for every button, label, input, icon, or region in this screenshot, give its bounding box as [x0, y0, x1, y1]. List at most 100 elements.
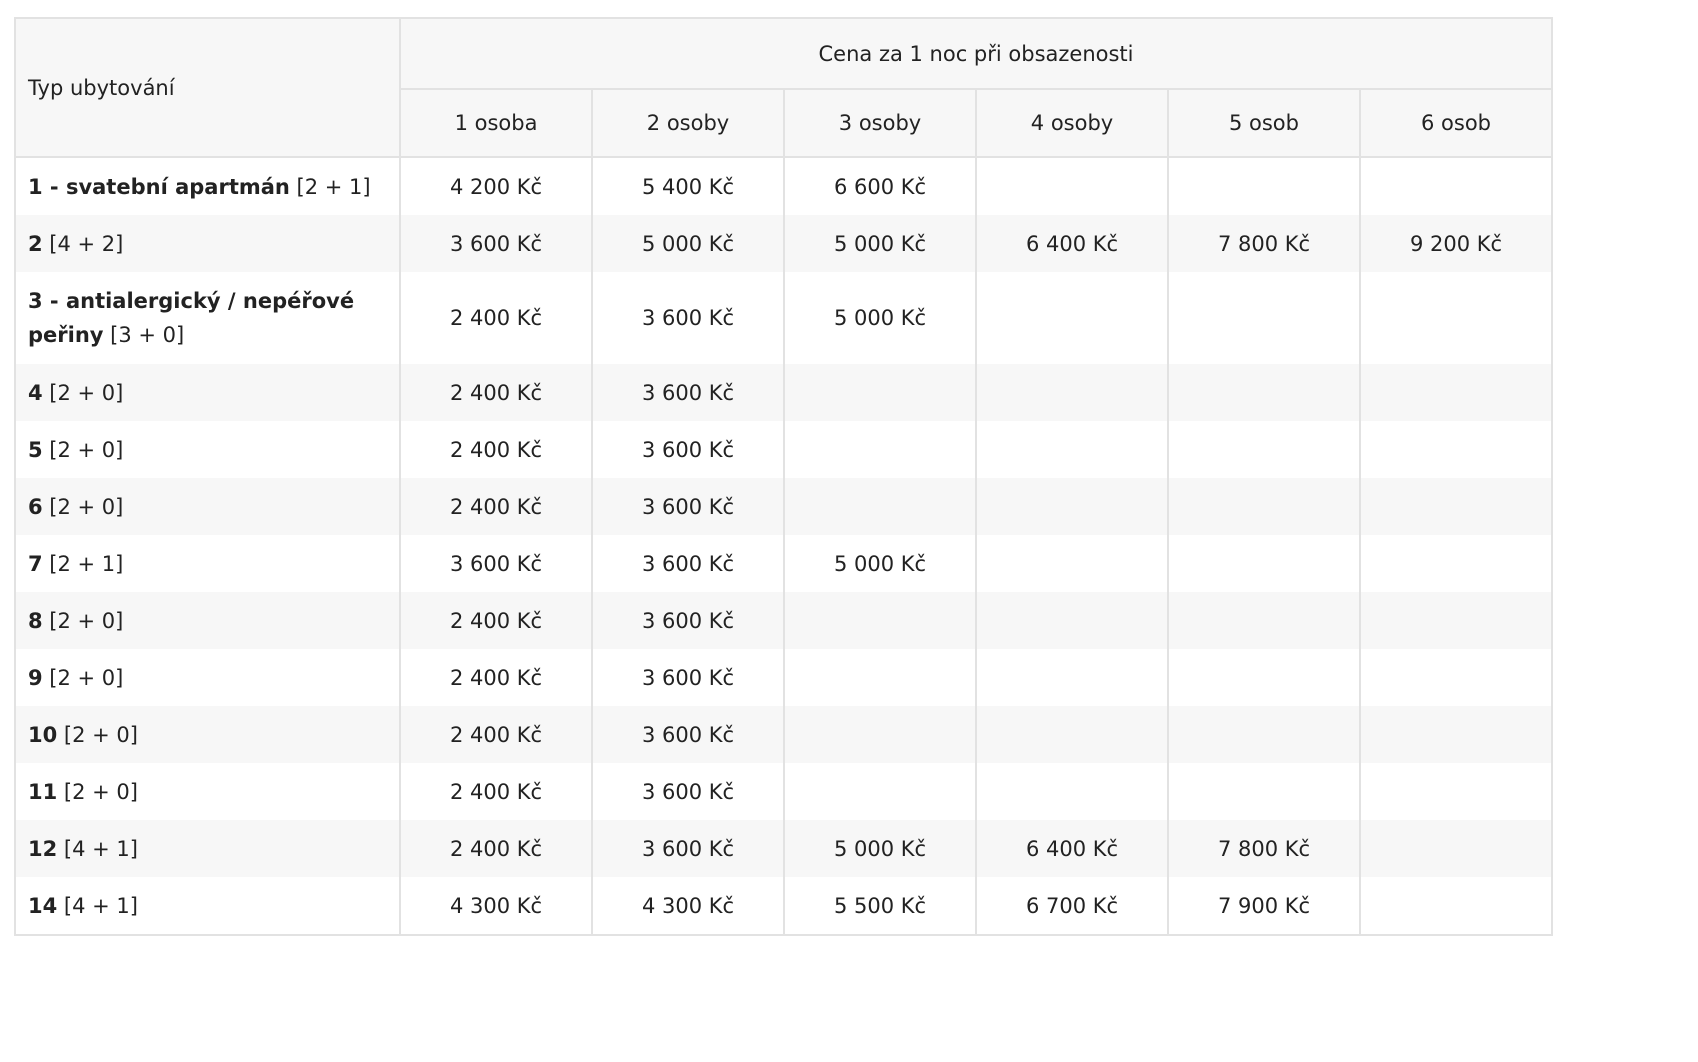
price-cell-4	[975, 157, 1169, 215]
price-cell-2: 3 600 Kč	[591, 592, 785, 649]
price-cell-6	[1358, 706, 1554, 763]
room-capacity: [4 + 1]	[57, 893, 138, 918]
price-cell-4: 6 700 Kč	[975, 877, 1169, 936]
header-row-top: Typ ubytování Cena za 1 noc při obsazeno…	[14, 17, 1554, 158]
price-cell-5	[1167, 649, 1361, 706]
price-cell-6: 9 200 Kč	[1358, 215, 1554, 272]
room-name: 5	[28, 437, 43, 462]
price-cell-1: 2 400 Kč	[399, 592, 593, 649]
table-row: 3 - antialergický / nepéřové peřiny [3 +…	[14, 272, 1554, 364]
occupancy-header-2: 2 osoby	[591, 88, 785, 158]
price-cell-1: 3 600 Kč	[399, 535, 593, 592]
room-name: 8	[28, 608, 43, 633]
room-name: 11	[28, 779, 58, 804]
room-name: 3 - antialergický / nepéřové peřiny	[28, 289, 355, 347]
table-row: 10 [2 + 0] 2 400 Kč 3 600 Kč	[14, 706, 1554, 763]
room-capacity: [2 + 0]	[42, 437, 124, 462]
price-cell-5: 7 900 Kč	[1167, 877, 1361, 936]
price-cell-3: 5 000 Kč	[783, 820, 977, 877]
price-cell-6	[1358, 592, 1554, 649]
price-cell-2: 5 000 Kč	[591, 215, 785, 272]
price-cell-5	[1167, 706, 1361, 763]
price-cell-4	[975, 763, 1169, 820]
room-name-cell: 11 [2 + 0]	[14, 763, 401, 820]
table-row: 8 [2 + 0] 2 400 Kč 3 600 Kč	[14, 592, 1554, 649]
price-cell-1: 2 400 Kč	[399, 706, 593, 763]
room-capacity: [2 + 0]	[42, 608, 124, 633]
room-capacity: [2 + 1]	[289, 174, 371, 199]
room-name-cell: 4 [2 + 0]	[14, 364, 401, 421]
price-cell-2: 3 600 Kč	[591, 763, 785, 820]
nightly-price-header: Cena za 1 noc při obsazenosti	[398, 17, 1554, 90]
table-row: 11 [2 + 0] 2 400 Kč 3 600 Kč	[14, 763, 1554, 820]
table-row: 14 [4 + 1] 4 300 Kč 4 300 Kč 5 500 Kč 6 700 …	[14, 877, 1554, 936]
room-name-cell: 12 [4 + 1]	[14, 820, 401, 877]
price-cell-4	[975, 592, 1169, 649]
room-capacity: [3 + 0]	[103, 323, 185, 347]
price-cell-1: 2 400 Kč	[399, 763, 593, 820]
price-table: Typ ubytování Cena za 1 noc při obsazeno…	[14, 17, 1554, 936]
room-name: 12	[28, 836, 58, 861]
room-name-cell: 10 [2 + 0]	[14, 706, 401, 763]
room-capacity: [2 + 1]	[42, 551, 124, 576]
price-cell-2: 3 600 Kč	[591, 272, 785, 364]
room-capacity: [2 + 0]	[42, 380, 124, 405]
price-cell-6	[1358, 763, 1554, 820]
price-cell-4: 6 400 Kč	[975, 820, 1169, 877]
price-cell-4	[975, 364, 1169, 421]
price-cell-5	[1167, 478, 1361, 535]
room-name: 10	[28, 722, 58, 747]
price-cell-3: 5 000 Kč	[783, 535, 977, 592]
price-cell-4	[975, 478, 1169, 535]
price-cell-6	[1358, 478, 1554, 535]
price-cell-2: 4 300 Kč	[591, 877, 785, 936]
table-row: 2 [4 + 2] 3 600 Kč 5 000 Kč 5 000 Kč 6 400 K…	[14, 215, 1554, 272]
price-cell-3	[783, 706, 977, 763]
price-cell-4	[975, 535, 1169, 592]
price-cell-5	[1167, 157, 1361, 215]
room-name: 7	[28, 551, 43, 576]
room-capacity: [4 + 2]	[42, 231, 124, 256]
room-name-cell: 14 [4 + 1]	[14, 877, 401, 936]
price-cell-4	[975, 706, 1169, 763]
price-cell-1: 2 400 Kč	[399, 421, 593, 478]
room-name: 14	[28, 893, 58, 918]
room-capacity: [2 + 0]	[42, 494, 124, 519]
occupancy-header-3: 3 osoby	[783, 88, 977, 158]
room-name: 2	[28, 231, 43, 256]
price-cell-5	[1167, 535, 1361, 592]
occupancy-header-6: 6 osob	[1358, 88, 1554, 158]
price-cell-5	[1167, 592, 1361, 649]
price-cell-2: 5 400 Kč	[591, 157, 785, 215]
price-cell-5	[1167, 364, 1361, 421]
price-cell-1: 2 400 Kč	[399, 272, 593, 364]
price-cell-2: 3 600 Kč	[591, 649, 785, 706]
occupancy-header-5: 5 osob	[1167, 88, 1361, 158]
price-cell-1: 3 600 Kč	[399, 215, 593, 272]
price-cell-2: 3 600 Kč	[591, 820, 785, 877]
price-cell-3: 5 500 Kč	[783, 877, 977, 936]
price-cell-6	[1358, 272, 1554, 364]
occupancy-header-1: 1 osoba	[399, 88, 593, 158]
room-name-cell: 1 - svatební apartmán [2 + 1]	[14, 157, 401, 215]
table-row: 6 [2 + 0] 2 400 Kč 3 600 Kč	[14, 478, 1554, 535]
price-cell-3	[783, 364, 977, 421]
price-cell-1: 2 400 Kč	[399, 820, 593, 877]
price-cell-3	[783, 763, 977, 820]
price-cell-1: 4 200 Kč	[399, 157, 593, 215]
price-cell-3	[783, 649, 977, 706]
room-name-cell: 8 [2 + 0]	[14, 592, 401, 649]
price-cell-6	[1358, 877, 1554, 936]
price-cell-1: 2 400 Kč	[399, 478, 593, 535]
table-row: 12 [4 + 1] 2 400 Kč 3 600 Kč 5 000 Kč 6 400 …	[14, 820, 1554, 877]
table-header: Typ ubytování Cena za 1 noc při obsazeno…	[14, 17, 1554, 158]
price-cell-5: 7 800 Kč	[1167, 820, 1361, 877]
price-cell-1: 4 300 Kč	[399, 877, 593, 936]
room-name-cell: 7 [2 + 1]	[14, 535, 401, 592]
price-cell-3	[783, 478, 977, 535]
price-cell-6	[1358, 820, 1554, 877]
price-cell-3	[783, 592, 977, 649]
price-cell-5	[1167, 421, 1361, 478]
table-row: 5 [2 + 0] 2 400 Kč 3 600 Kč	[14, 421, 1554, 478]
room-capacity: [4 + 1]	[57, 836, 138, 861]
